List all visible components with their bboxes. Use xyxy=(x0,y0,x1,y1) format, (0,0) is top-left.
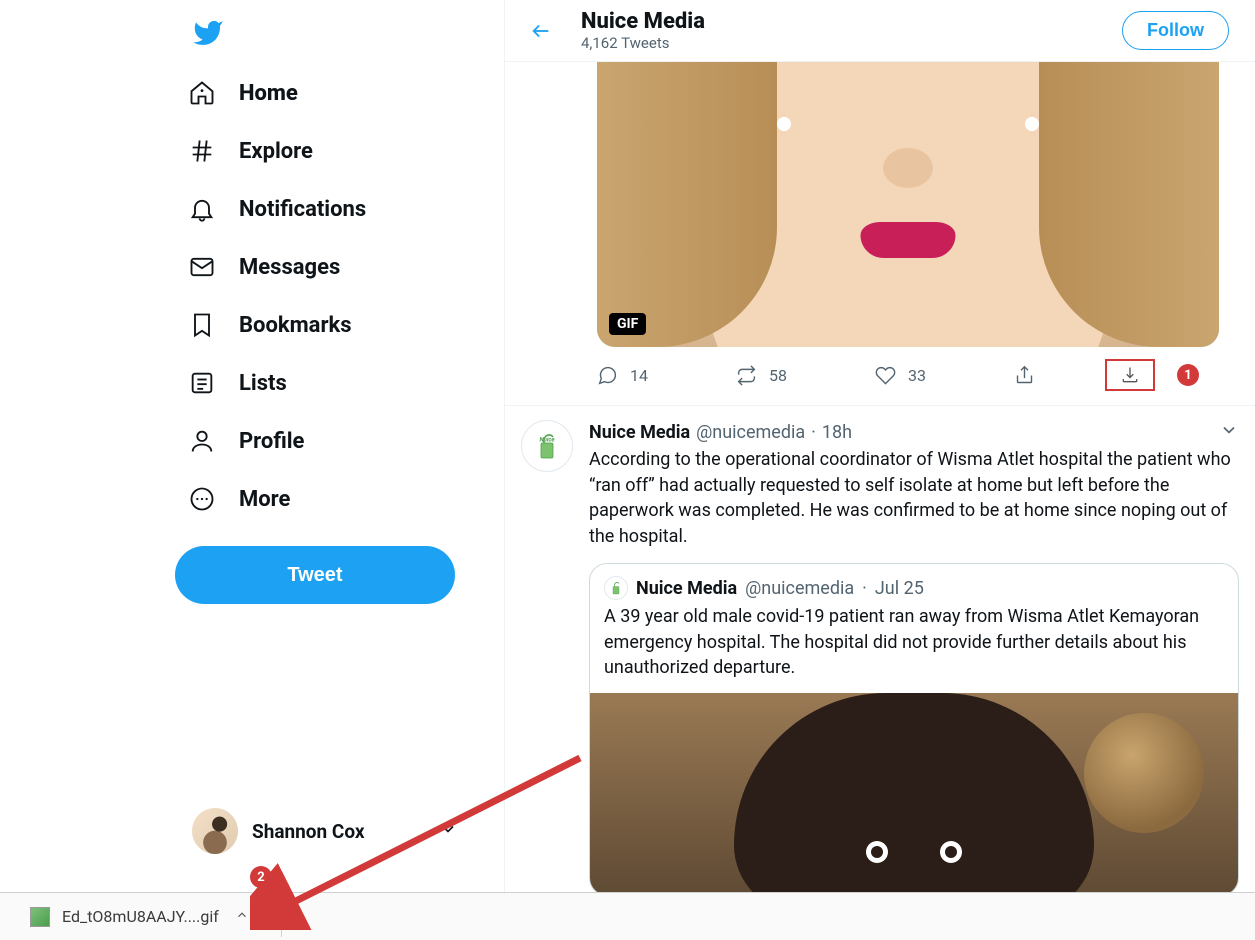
quoted-author: Nuice Media xyxy=(636,578,737,599)
tweet-more-button[interactable] xyxy=(1219,420,1239,445)
tweet-header: Nuice Media @nuicemedia · 18h xyxy=(589,420,1239,445)
account-name: Shannon Cox xyxy=(252,820,365,843)
twitter-logo[interactable] xyxy=(183,8,233,58)
separator: · xyxy=(862,578,867,599)
quoted-tweet[interactable]: Nuice Media @nuicemedia · Jul 25 A 39 ye… xyxy=(589,563,1239,896)
author-avatar[interactable]: Nuice xyxy=(521,420,573,472)
nuice-logo-icon: Nuice xyxy=(529,428,565,464)
file-thumbnail-icon xyxy=(30,907,50,927)
gif-badge: GIF xyxy=(609,313,646,335)
nav-label: Bookmarks xyxy=(239,313,352,338)
share-button[interactable] xyxy=(1014,365,1035,386)
account-switcher[interactable]: Shannon Cox xyxy=(180,800,470,862)
profile-icon xyxy=(187,426,217,456)
feed: GIF 14 58 33 xyxy=(505,62,1255,896)
more-icon xyxy=(187,484,217,514)
envelope-icon xyxy=(187,252,217,282)
quoted-avatar xyxy=(604,576,628,600)
profile-header: Nuice Media 4,162 Tweets Follow xyxy=(505,0,1255,62)
nav-lists[interactable]: Lists xyxy=(175,354,299,412)
quoted-header: Nuice Media @nuicemedia · Jul 25 xyxy=(590,564,1238,600)
download-item[interactable]: Ed_tO8mU8AAJY....gif xyxy=(20,901,259,933)
tweet-media-gif[interactable]: GIF xyxy=(597,62,1219,347)
tweet: Nuice Nuice Media @nuicemedia · 18h Acco… xyxy=(505,406,1255,896)
nav-home[interactable]: Home xyxy=(175,64,310,122)
retweet-button[interactable]: 58 xyxy=(736,365,787,386)
nuice-logo-icon xyxy=(607,579,625,597)
nav-messages[interactable]: Messages xyxy=(175,238,352,296)
author-name[interactable]: Nuice Media xyxy=(589,422,690,443)
reply-button[interactable]: 14 xyxy=(597,365,648,386)
nav-label: Notifications xyxy=(239,197,366,222)
quoted-timestamp: Jul 25 xyxy=(875,578,924,599)
download-bar: Ed_tO8mU8AAJY....gif xyxy=(0,892,1255,940)
bookmark-icon xyxy=(187,310,217,340)
nav-label: Home xyxy=(239,81,298,106)
chevron-down-icon xyxy=(1219,420,1239,440)
main-content: Nuice Media 4,162 Tweets Follow GIF 14 xyxy=(505,0,1255,892)
separator: · xyxy=(811,422,816,443)
quoted-handle: @nuicemedia xyxy=(745,578,854,599)
follow-button[interactable]: Follow xyxy=(1122,11,1229,50)
list-icon xyxy=(187,368,217,398)
heart-icon xyxy=(875,365,896,386)
like-button[interactable]: 33 xyxy=(875,365,926,386)
nav-label: More xyxy=(239,487,290,512)
reply-count: 14 xyxy=(630,366,648,385)
reply-icon xyxy=(597,365,618,386)
quoted-text: A 39 year old male covid-19 patient ran … xyxy=(590,600,1238,693)
tweet-button[interactable]: Tweet xyxy=(175,546,455,604)
divider xyxy=(281,897,282,937)
nav-profile[interactable]: Profile xyxy=(175,412,316,470)
nav-label: Messages xyxy=(239,255,340,280)
tweet-actions: 14 58 33 1 xyxy=(597,347,1237,405)
svg-text:Nuice: Nuice xyxy=(539,437,555,444)
retweet-icon xyxy=(736,365,757,386)
download-gif-button[interactable] xyxy=(1105,359,1155,391)
arrow-left-icon xyxy=(530,20,552,42)
profile-title: Nuice Media 4,162 Tweets xyxy=(581,9,1122,52)
chevron-down-icon xyxy=(438,819,458,843)
hashtag-icon xyxy=(187,136,217,166)
share-icon xyxy=(1014,365,1035,386)
tweet-text: According to the operational coordinator… xyxy=(589,447,1239,549)
nav-notifications[interactable]: Notifications xyxy=(175,180,378,238)
home-icon xyxy=(187,78,217,108)
nav-explore[interactable]: Explore xyxy=(175,122,325,180)
quoted-media xyxy=(590,693,1238,895)
sidebar: Home Explore Notifications Messages Book… xyxy=(0,0,505,892)
profile-name: Nuice Media xyxy=(581,9,1122,34)
nav-label: Profile xyxy=(239,429,304,454)
download-filename: Ed_tO8mU8AAJY....gif xyxy=(62,907,219,926)
back-button[interactable] xyxy=(521,11,561,51)
chevron-up-icon[interactable] xyxy=(235,907,249,926)
tweet-count: 4,162 Tweets xyxy=(581,34,1122,52)
nav-label: Lists xyxy=(239,371,287,396)
bell-icon xyxy=(187,194,217,224)
download-icon xyxy=(1120,365,1140,385)
nav-more[interactable]: More xyxy=(175,470,302,528)
gif-image xyxy=(597,62,1219,347)
timestamp[interactable]: 18h xyxy=(822,422,852,443)
user-avatar xyxy=(192,808,238,854)
annotation-badge-2: 2 xyxy=(250,866,272,888)
author-handle[interactable]: @nuicemedia xyxy=(696,422,805,443)
nav-label: Explore xyxy=(239,139,313,164)
twitter-bird-icon xyxy=(192,17,224,49)
like-count: 33 xyxy=(908,366,926,385)
annotation-badge-1: 1 xyxy=(1177,364,1199,386)
nav-bookmarks[interactable]: Bookmarks xyxy=(175,296,364,354)
retweet-count: 58 xyxy=(769,366,787,385)
